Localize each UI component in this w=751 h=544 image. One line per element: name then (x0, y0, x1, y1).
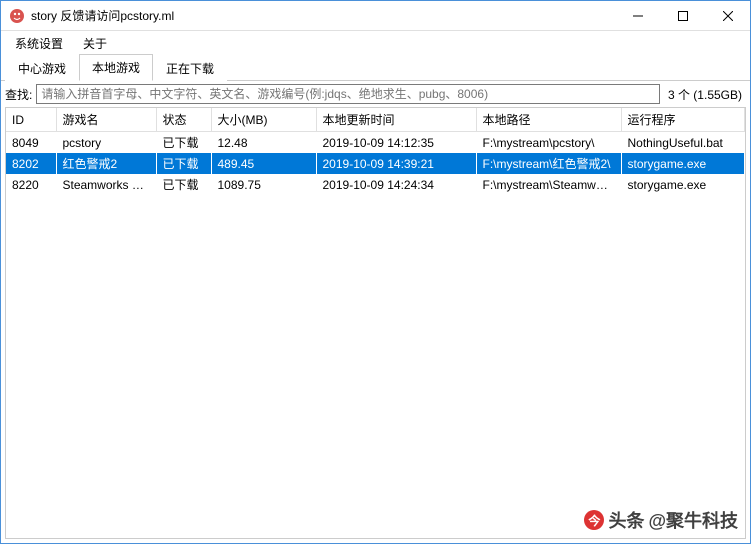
col-header-status[interactable]: 状态 (156, 108, 211, 132)
menu-about[interactable]: 关于 (73, 32, 117, 55)
menubar: 系统设置 关于 (1, 31, 750, 55)
minimize-icon (633, 11, 643, 21)
cell-id: 8049 (6, 132, 56, 154)
col-header-id[interactable]: ID (6, 108, 56, 132)
window-title: story 反馈请访问pcstory.ml (31, 7, 615, 24)
maximize-button[interactable] (660, 1, 705, 30)
minimize-button[interactable] (615, 1, 660, 30)
cell-time: 2019-10-09 14:39:21 (316, 153, 476, 174)
cell-status: 已下载 (156, 132, 211, 154)
close-icon (723, 11, 733, 21)
table-row[interactable]: 8202红色警戒2已下载489.452019-10-09 14:39:21F:\… (6, 153, 745, 174)
cell-id: 8220 (6, 174, 56, 195)
col-header-name[interactable]: 游戏名 (56, 108, 156, 132)
window-controls (615, 1, 750, 30)
cell-exe: storygame.exe (621, 174, 745, 195)
maximize-icon (678, 11, 688, 21)
cell-exe: NothingUseful.bat (621, 132, 745, 154)
cell-path: F:\mystream\Steamworks S... (476, 174, 621, 195)
col-header-time[interactable]: 本地更新时间 (316, 108, 476, 132)
cell-size: 12.48 (211, 132, 316, 154)
cell-size: 489.45 (211, 153, 316, 174)
cell-name: Steamworks Sh... (56, 174, 156, 195)
cell-path: F:\mystream\pcstory\ (476, 132, 621, 154)
col-header-size[interactable]: 大小(MB) (211, 108, 316, 132)
cell-status: 已下载 (156, 174, 211, 195)
col-header-path[interactable]: 本地路径 (476, 108, 621, 132)
tabbar: 中心游戏 本地游戏 正在下载 (1, 55, 750, 81)
search-input[interactable] (36, 84, 660, 104)
app-icon (9, 8, 25, 24)
tab-downloading[interactable]: 正在下载 (153, 55, 227, 81)
tab-local-games[interactable]: 本地游戏 (79, 54, 153, 81)
cell-path: F:\mystream\红色警戒2\ (476, 153, 621, 174)
cell-exe: storygame.exe (621, 153, 745, 174)
search-bar: 查找: 3 个 (1.55GB) (1, 81, 750, 107)
table-row[interactable]: 8049pcstory已下载12.482019-10-09 14:12:35F:… (6, 132, 745, 154)
cell-name: pcstory (56, 132, 156, 154)
cell-time: 2019-10-09 14:12:35 (316, 132, 476, 154)
cell-name: 红色警戒2 (56, 153, 156, 174)
table-row[interactable]: 8220Steamworks Sh...已下载1089.752019-10-09… (6, 174, 745, 195)
cell-id: 8202 (6, 153, 56, 174)
app-window: story 反馈请访问pcstory.ml 系统设置 关于 中心游戏 本地游戏 … (0, 0, 751, 544)
close-button[interactable] (705, 1, 750, 30)
tab-center-games[interactable]: 中心游戏 (5, 55, 79, 81)
cell-size: 1089.75 (211, 174, 316, 195)
table-header-row: ID 游戏名 状态 大小(MB) 本地更新时间 本地路径 运行程序 (6, 108, 745, 132)
search-label: 查找: (5, 86, 32, 103)
game-table-container[interactable]: ID 游戏名 状态 大小(MB) 本地更新时间 本地路径 运行程序 8049pc… (5, 107, 746, 539)
menu-system-settings[interactable]: 系统设置 (5, 32, 73, 55)
cell-status: 已下载 (156, 153, 211, 174)
game-table: ID 游戏名 状态 大小(MB) 本地更新时间 本地路径 运行程序 8049pc… (6, 108, 745, 195)
cell-time: 2019-10-09 14:24:34 (316, 174, 476, 195)
result-count: 3 个 (1.55GB) (664, 86, 746, 103)
titlebar: story 反馈请访问pcstory.ml (1, 1, 750, 31)
col-header-exe[interactable]: 运行程序 (621, 108, 745, 132)
